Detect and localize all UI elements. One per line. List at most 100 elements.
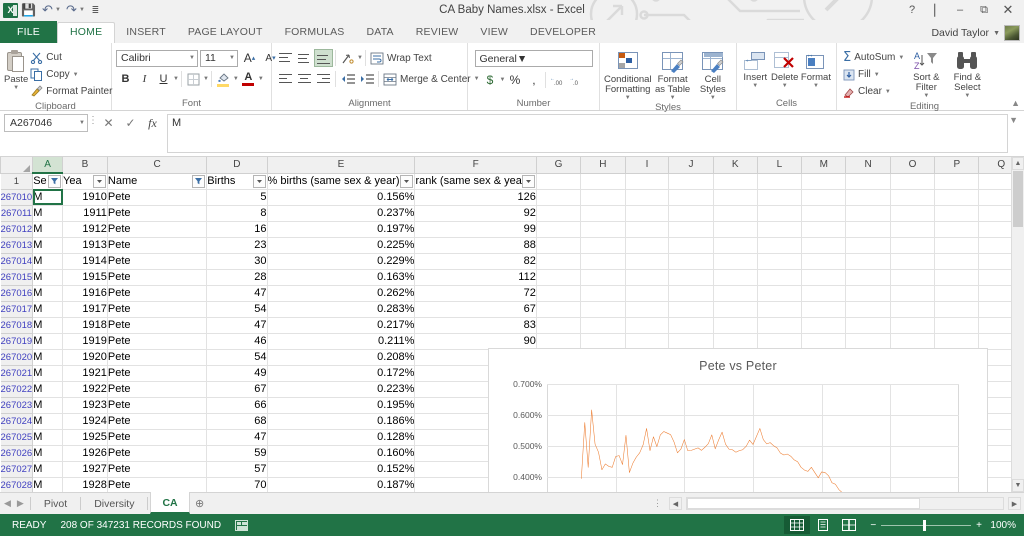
- cell-rank[interactable]: 67: [414, 301, 537, 318]
- empty-cell[interactable]: [845, 221, 891, 238]
- cell-pct-births[interactable]: 0.225%: [267, 237, 416, 254]
- help-icon[interactable]: ?: [900, 4, 924, 16]
- cell-sex[interactable]: M: [32, 349, 64, 366]
- cell-name[interactable]: Pete: [107, 461, 208, 478]
- sheet-tab-ca[interactable]: CA: [150, 492, 190, 514]
- accounting-format-button[interactable]: $: [481, 71, 500, 89]
- empty-cell[interactable]: [934, 173, 980, 190]
- empty-cell[interactable]: [934, 189, 980, 206]
- empty-cell[interactable]: [757, 285, 803, 302]
- header-cell-sex[interactable]: Se: [32, 173, 64, 190]
- cell-sex[interactable]: M: [32, 381, 64, 398]
- percent-format-button[interactable]: %: [505, 71, 524, 89]
- align-top-button[interactable]: [276, 49, 295, 67]
- empty-cell[interactable]: [934, 221, 980, 238]
- row-header[interactable]: 267010: [0, 188, 34, 206]
- cell-rank[interactable]: 72: [414, 285, 537, 302]
- empty-cell[interactable]: [845, 333, 891, 350]
- cell-pct-births[interactable]: 0.156%: [267, 189, 416, 206]
- restore-icon[interactable]: ⧉: [972, 4, 996, 17]
- empty-cell[interactable]: [580, 301, 626, 318]
- cell-births[interactable]: 23: [206, 237, 268, 254]
- cell-year[interactable]: 1917: [62, 301, 108, 318]
- tab-file[interactable]: FILE: [0, 21, 57, 43]
- cell-sex[interactable]: M: [32, 461, 64, 478]
- delete-cells-button[interactable]: Delete ▼: [770, 48, 800, 89]
- add-sheet-icon[interactable]: ⊕: [190, 493, 210, 514]
- enter-icon[interactable]: ✓: [120, 114, 141, 132]
- empty-cell[interactable]: [845, 173, 891, 190]
- empty-cell[interactable]: [668, 301, 714, 318]
- grow-font-button[interactable]: A ▴: [240, 49, 259, 67]
- empty-cell[interactable]: [757, 301, 803, 318]
- empty-cell[interactable]: [757, 189, 803, 206]
- format-as-table-button[interactable]: Format as Table ▼: [652, 48, 694, 101]
- cell-sex[interactable]: M: [32, 429, 64, 446]
- sheet-tab-diversity[interactable]: Diversity: [83, 493, 145, 514]
- filter-dropdown-rank[interactable]: [521, 174, 535, 188]
- cell-pct-births[interactable]: 0.152%: [267, 461, 416, 478]
- empty-cell[interactable]: [890, 237, 936, 254]
- empty-cell[interactable]: [580, 189, 626, 206]
- cell-year[interactable]: 1921: [62, 365, 108, 382]
- sort-filter-button[interactable]: A Z Sort & Filter ▼: [906, 48, 946, 99]
- column-header-j[interactable]: J: [668, 157, 714, 174]
- fill-color-button[interactable]: [214, 70, 233, 88]
- font-color-dropdown-icon[interactable]: ▼: [258, 76, 264, 82]
- row-header[interactable]: 267017: [0, 300, 34, 318]
- table-row[interactable]: 267017 M 1917 Pete 54 0.283% 67: [0, 300, 1024, 318]
- insert-function-icon[interactable]: fx: [142, 114, 163, 132]
- empty-cell[interactable]: [934, 237, 980, 254]
- empty-cell[interactable]: [845, 285, 891, 302]
- empty-cell[interactable]: [668, 173, 714, 190]
- tab-home[interactable]: HOME: [56, 22, 116, 43]
- cell-births[interactable]: 54: [206, 349, 268, 366]
- column-header-l[interactable]: L: [756, 157, 803, 174]
- font-size-input[interactable]: 11 ▼: [200, 49, 238, 67]
- customize-quick-access-icon[interactable]: ≣: [87, 2, 104, 19]
- empty-cell[interactable]: [625, 333, 670, 350]
- empty-cell[interactable]: [713, 301, 758, 318]
- empty-cell[interactable]: [713, 253, 758, 270]
- paste-button[interactable]: Paste ▼: [4, 46, 28, 91]
- page-layout-view-icon[interactable]: [810, 516, 836, 534]
- cell-births[interactable]: 47: [206, 429, 268, 446]
- column-header-c[interactable]: C: [106, 157, 208, 174]
- borders-dropdown-icon[interactable]: ▼: [203, 76, 209, 82]
- table-row[interactable]: 267010 M 1910 Pete 5 0.156% 126: [0, 188, 1024, 206]
- cell-year[interactable]: 1918: [62, 317, 108, 334]
- empty-cell[interactable]: [934, 317, 980, 334]
- header-cell-births[interactable]: Births: [206, 173, 268, 190]
- cell-births[interactable]: 57: [206, 461, 268, 478]
- chart-pete-vs-peter[interactable]: Pete vs Peter 0.000%0.100%0.200%0.300%0.…: [488, 348, 988, 492]
- empty-cell[interactable]: [536, 221, 582, 238]
- cell-year[interactable]: 1926: [62, 445, 108, 462]
- row-header[interactable]: 267028: [0, 476, 34, 492]
- cell-sex[interactable]: M: [32, 221, 64, 238]
- empty-cell[interactable]: [890, 301, 936, 318]
- cell-rank[interactable]: 92: [414, 205, 537, 222]
- empty-cell[interactable]: [934, 301, 980, 318]
- copy-dropdown-icon[interactable]: ▼: [73, 72, 79, 78]
- avatar[interactable]: [1004, 25, 1020, 41]
- table-row[interactable]: 267015 M 1915 Pete 28 0.163% 112: [0, 268, 1024, 286]
- cell-name[interactable]: Pete: [107, 333, 208, 350]
- increase-indent-button[interactable]: [357, 70, 376, 88]
- empty-cell[interactable]: [890, 285, 936, 302]
- empty-cell[interactable]: [801, 189, 847, 206]
- sort-filter-dropdown-icon[interactable]: ▼: [923, 93, 929, 99]
- cell-pct-births[interactable]: 0.163%: [267, 269, 416, 286]
- cell-name[interactable]: Pete: [107, 253, 208, 270]
- cell-name[interactable]: Pete: [107, 285, 208, 302]
- scroll-down-icon[interactable]: ▼: [1012, 479, 1024, 492]
- empty-cell[interactable]: [536, 317, 582, 334]
- cell-name[interactable]: Pete: [107, 477, 208, 492]
- cell-name[interactable]: Pete: [107, 365, 208, 382]
- undo-dropdown-icon[interactable]: ▼: [55, 7, 61, 13]
- empty-cell[interactable]: [668, 317, 714, 334]
- zoom-thumb[interactable]: [923, 519, 927, 531]
- cell-births[interactable]: 28: [206, 269, 268, 286]
- font-size-dropdown-icon[interactable]: ▼: [226, 55, 235, 61]
- cell-name[interactable]: Pete: [107, 429, 208, 446]
- cell-births[interactable]: 70: [206, 477, 268, 492]
